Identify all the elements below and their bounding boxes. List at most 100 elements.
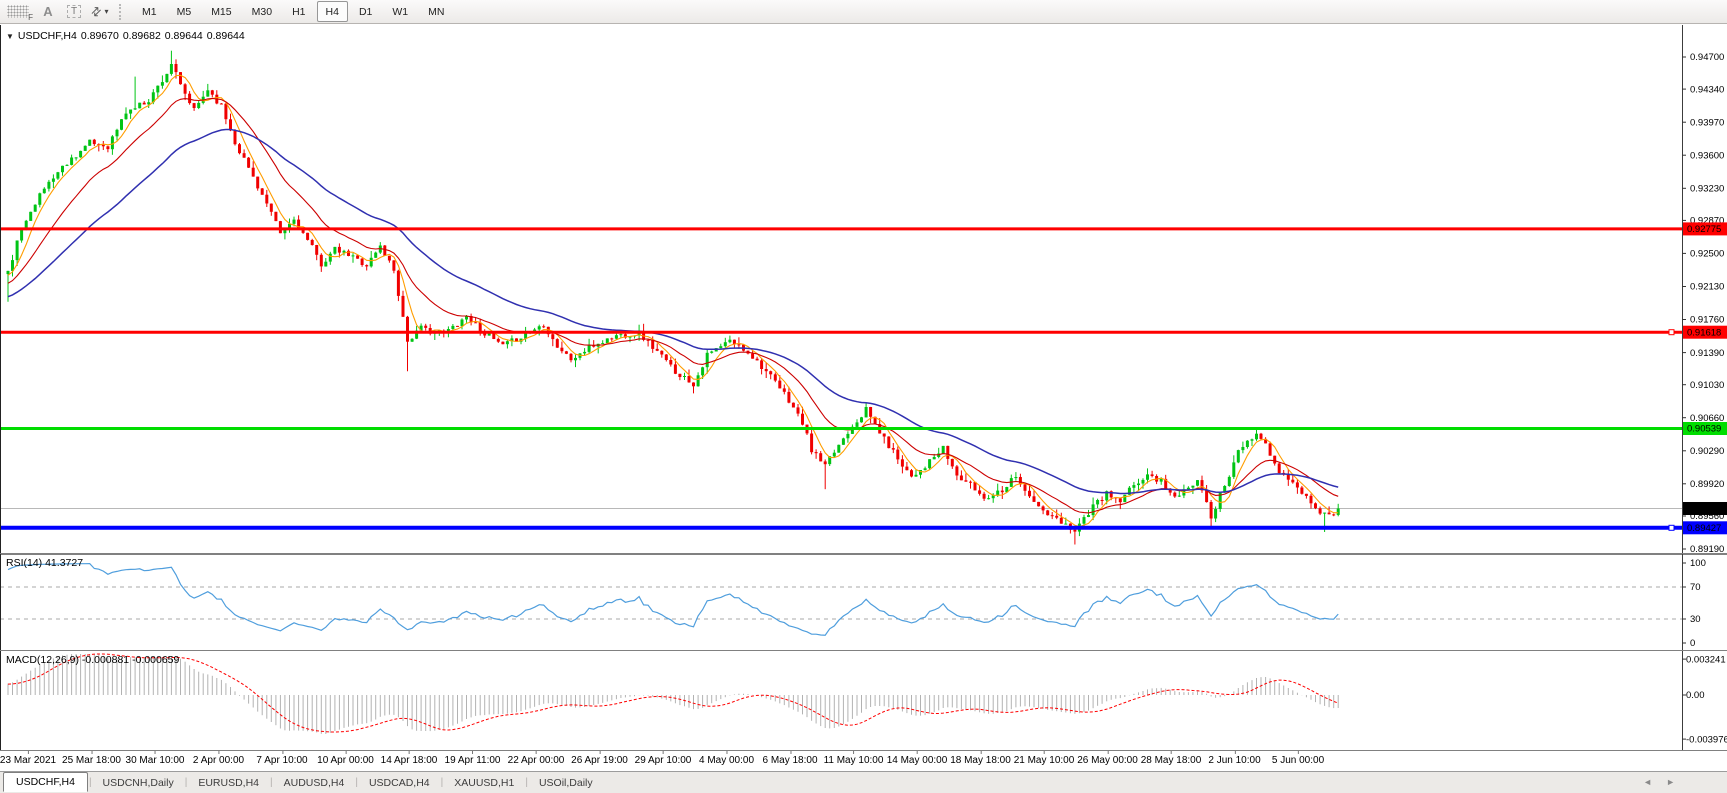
- ohlc-open: 0.89670: [81, 30, 119, 42]
- chart-tab-audusd-h4[interactable]: AUDUSD,H4: [274, 774, 355, 792]
- chart-tab-bar: USDCHF,H4|USDCNH,Daily|EURUSD,H4|AUDUSD,…: [0, 771, 1727, 793]
- arrange-objects-button[interactable]: ⇅ ▾: [89, 2, 111, 22]
- price-tick-label: 0.92500: [1690, 249, 1724, 260]
- rsi-line: [8, 564, 1338, 636]
- ohlc-close: 0.89644: [207, 30, 245, 42]
- time-axis-label: 18 May 18:00: [950, 755, 1011, 766]
- rsi-tick-label: 0: [1690, 638, 1695, 649]
- chart-header[interactable]: ▼ USDCHF,H4 0.89670 0.89682 0.89644 0.89644: [6, 30, 249, 42]
- rsi-panel-canvas[interactable]: 100 70 30 0: [0, 554, 1727, 651]
- tab-separator: |: [89, 777, 92, 788]
- time-axis-label: 28 May 18:00: [1141, 755, 1202, 766]
- price-tick-label: 0.93600: [1690, 150, 1724, 161]
- price-tick-label: 0.93230: [1690, 184, 1724, 195]
- price-tick-label: 0.94340: [1690, 84, 1724, 95]
- timeframe-button-m5[interactable]: M5: [168, 1, 201, 22]
- mt4-window: F A T ⇅ ▾ M1M5M15M30H1H4D1W1MN 0.94700 0.…: [0, 0, 1727, 793]
- text-label-tool-button[interactable]: T: [63, 2, 85, 22]
- resistance-line-2-handle[interactable]: [1669, 330, 1674, 335]
- macd-indicator-label: MACD(12,26,9) -0.000881 -0.000659: [6, 654, 179, 666]
- time-axis-label: 19 Apr 11:00: [445, 755, 501, 766]
- ohlc-high: 0.89682: [123, 30, 161, 42]
- time-axis-label: 25 Mar 18:00: [62, 755, 121, 766]
- macd-histogram-layer: [8, 654, 1338, 734]
- macd-tick-label: 0.003241: [1686, 654, 1726, 665]
- price-tick-label: 0.89190: [1690, 544, 1724, 554]
- symbol-label: USDCHF,H4: [18, 30, 77, 42]
- time-axis[interactable]: 23 Mar 2021 25 Mar 18:00 30 Mar 10:00 2 Apr…: [0, 751, 1727, 771]
- time-axis-label: 11 May 10:00: [824, 755, 884, 766]
- price-tick-label: 0.89920: [1690, 479, 1724, 490]
- toolbar: F A T ⇅ ▾ M1M5M15M30H1H4D1W1MN: [0, 0, 1727, 24]
- time-axis-label: 6 May 18:00: [762, 755, 817, 766]
- ma-slow-line: [8, 130, 1338, 494]
- timeframe-button-h4[interactable]: H4: [317, 1, 348, 22]
- tab-separator: |: [441, 777, 444, 788]
- price-badge-label: 0.92775: [1687, 224, 1721, 235]
- time-axis-label: 5 Jun 00:00: [1272, 755, 1324, 766]
- chart-tab-eurusd-h4[interactable]: EURUSD,H4: [188, 774, 269, 792]
- chart-tabs: USDCHF,H4|USDCNH,Daily|EURUSD,H4|AUDUSD,…: [3, 774, 603, 792]
- tab-separator: |: [525, 777, 528, 788]
- time-axis-label: 30 Mar 10:00: [126, 755, 185, 766]
- time-axis-label: 10 Apr 00:00: [317, 755, 374, 766]
- chart-tab-xauusd-h1[interactable]: XAUUSD,H1: [444, 774, 524, 792]
- horizontal-lines-layer: [0, 229, 1682, 530]
- tab-scroll-arrows: ◄►: [1643, 777, 1689, 787]
- price-tick-label: 0.91760: [1690, 315, 1724, 326]
- chart-tab-usdcnh-daily[interactable]: USDCNH,Daily: [93, 774, 184, 792]
- timeframe-button-d1[interactable]: D1: [350, 1, 381, 22]
- time-axis-label: 26 Apr 19:00: [571, 755, 628, 766]
- price-tick-label: 0.94700: [1690, 52, 1724, 63]
- tab-separator: |: [270, 777, 273, 788]
- grid-f-icon[interactable]: F: [7, 5, 29, 18]
- price-axis-layer[interactable]: 0.947000.943400.939700.936000.932300.928…: [1682, 25, 1727, 554]
- timeframe-button-h1[interactable]: H1: [283, 1, 314, 22]
- symbol-dropdown-icon[interactable]: ▼: [6, 32, 14, 41]
- time-axis-label: 22 Apr 00:00: [508, 755, 565, 766]
- timeframe-button-m1[interactable]: M1: [133, 1, 166, 22]
- support-line-blue-handle[interactable]: [1669, 525, 1674, 530]
- rsi-tick-label: 30: [1690, 614, 1701, 625]
- timeframe-button-m15[interactable]: M15: [202, 1, 240, 22]
- price-badge-label: 0.91618: [1687, 327, 1721, 338]
- ma-mid-line: [8, 98, 1338, 513]
- time-axis-label: 21 May 10:00: [1014, 755, 1075, 766]
- price-tick-label: 0.91030: [1690, 380, 1724, 391]
- price-tick-label: 0.91390: [1690, 348, 1724, 359]
- candles-layer: [7, 51, 1340, 545]
- macd-panel-canvas[interactable]: 0.0032410.00-0.003976: [0, 651, 1727, 751]
- tab-scroll-right-icon[interactable]: ►: [1666, 777, 1689, 787]
- tab-separator: |: [355, 777, 358, 788]
- time-axis-label: 23 Mar 2021: [0, 755, 56, 766]
- price-tick-label: 0.93970: [1690, 117, 1724, 128]
- toolbar-separator: [119, 4, 124, 20]
- time-axis-label: 2 Jun 10:00: [1208, 755, 1260, 766]
- chart-tab-usoil-daily[interactable]: USOil,Daily: [529, 774, 603, 792]
- cursor-arrows-icon: ⇅: [89, 4, 105, 20]
- rsi-tick-label: 100: [1690, 558, 1706, 569]
- time-axis-label: 2 Apr 00:00: [193, 755, 244, 766]
- timeframe-button-w1[interactable]: W1: [383, 1, 417, 22]
- dropdown-caret-icon: ▾: [105, 7, 109, 16]
- rsi-tick-label: 70: [1690, 582, 1701, 593]
- time-axis-label: 4 May 00:00: [699, 755, 754, 766]
- ma-fast-line: [8, 75, 1338, 526]
- ohlc-low: 0.89644: [165, 30, 203, 42]
- time-axis-label: 29 Apr 10:00: [635, 755, 692, 766]
- price-badge-label: 0.89644: [1687, 504, 1721, 515]
- price-badge-label: 0.89427: [1687, 523, 1721, 534]
- chart-tab-usdcad-h4[interactable]: USDCAD,H4: [359, 774, 440, 792]
- timeframe-button-m30[interactable]: M30: [243, 1, 281, 22]
- price-tick-label: 0.90290: [1690, 446, 1724, 457]
- tab-separator: |: [185, 777, 188, 788]
- text-label-tool-icon: T: [67, 5, 81, 18]
- rsi-indicator-label: RSI(14) 41.3727: [6, 557, 83, 569]
- moving-averages-layer: [8, 75, 1338, 526]
- chart-tab-usdchf-h4[interactable]: USDCHF,H4: [3, 772, 88, 792]
- timeframe-button-mn[interactable]: MN: [419, 1, 453, 22]
- tab-scroll-left-icon[interactable]: ◄: [1643, 777, 1666, 787]
- main-chart-canvas[interactable]: 0.947000.943400.939700.936000.932300.928…: [0, 25, 1727, 554]
- price-badge-label: 0.90539: [1687, 424, 1721, 435]
- font-a-icon[interactable]: A: [37, 2, 59, 22]
